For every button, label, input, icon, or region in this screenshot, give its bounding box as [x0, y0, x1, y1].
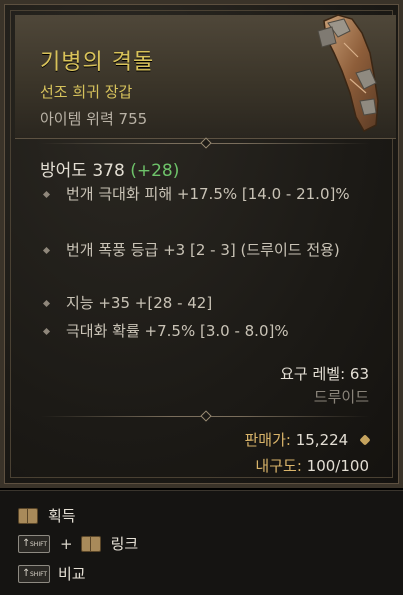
armor-stat: 방어도 378 (+28): [40, 156, 179, 181]
action-hints: 획득 ↑ SHIFT + 링크 ↑ SHIFT 비교: [0, 490, 403, 595]
armor-value: 방어도 378: [40, 161, 125, 181]
sell-price: 판매가: 15,224: [244, 429, 371, 450]
item-tooltip: 기병의 격돌 선조 희귀 장갑 아이템 위력 755 방어도 378 (+28)…: [0, 0, 403, 488]
item-power: 아이템 위력 755: [40, 110, 148, 128]
sell-price-label: 판매가:: [244, 431, 291, 449]
durability-label: 내구도:: [255, 457, 302, 475]
armor-bonus: (+28): [130, 161, 180, 181]
gauntlet-item-icon: [317, 14, 379, 132]
sell-price-value: 15,224: [295, 431, 349, 449]
section-divider: [40, 137, 370, 149]
link-label: 링크: [110, 535, 139, 553]
mouse-button-icon: [18, 507, 38, 524]
shift-key-icon: ↑ SHIFT: [18, 564, 50, 583]
item-rarity: 선조 희귀 장갑: [40, 83, 133, 101]
affix-line: 번개 극대화 피해 +17.5% [14.0 - 21.0]%: [42, 183, 374, 206]
plus-sign: +: [60, 534, 73, 553]
durability-value: 100/100: [306, 457, 369, 475]
affix-line: 극대화 확률 +7.5% [3.0 - 8.0]%: [42, 320, 374, 343]
shift-key-icon: ↑ SHIFT: [18, 534, 50, 553]
compare-hint[interactable]: ↑ SHIFT 비교: [18, 563, 86, 584]
item-name: 기병의 격돌: [40, 50, 155, 75]
level-requirement: 요구 레벨: 63: [280, 365, 369, 383]
acquire-label: 획득: [48, 507, 76, 525]
link-hint[interactable]: ↑ SHIFT + 링크: [18, 533, 138, 554]
compare-label: 비교: [58, 565, 86, 583]
affix-line: 번개 폭풍 등급 +3 [2 - 3] (드루이드 전용): [42, 239, 374, 262]
affix-line: 지능 +35 +[28 - 42]: [42, 292, 374, 315]
section-divider: [40, 410, 370, 422]
mouse-button-icon: [80, 535, 101, 552]
acquire-hint[interactable]: 획득: [18, 505, 76, 526]
class-requirement: 드루이드: [313, 388, 369, 406]
gold-coin-icon: [359, 434, 371, 446]
durability: 내구도: 100/100: [255, 455, 369, 476]
